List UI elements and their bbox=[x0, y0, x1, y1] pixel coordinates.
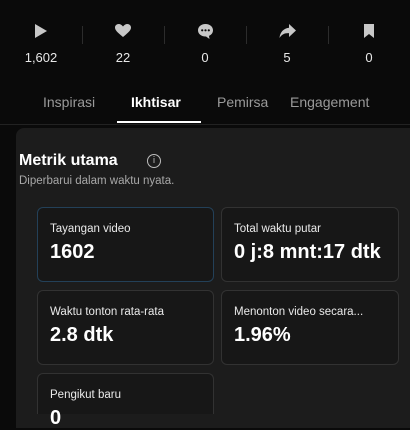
comments-count: 0 bbox=[201, 50, 209, 65]
metric-card-video-views[interactable]: Tayangan video 1602 bbox=[37, 207, 214, 282]
bookmark-icon bbox=[360, 22, 378, 40]
saves-count: 0 bbox=[365, 50, 373, 65]
metric-value: 1.96% bbox=[234, 324, 291, 346]
metric-label: Waktu tonton rata-rata bbox=[50, 306, 164, 318]
stats-row: 1,602 22 0 5 0 bbox=[0, 0, 410, 80]
metric-value: 0 bbox=[50, 407, 62, 429]
metric-label: Total waktu putar bbox=[234, 223, 321, 235]
metric-label: Tayangan video bbox=[50, 223, 131, 235]
stat-plays: 1,602 bbox=[0, 0, 82, 80]
metric-card-total-watch-time[interactable]: Total waktu putar 0 j:8 mnt:17 dtk bbox=[221, 207, 399, 282]
section-title: Metrik utama bbox=[19, 152, 118, 169]
metric-value: 0 j:8 mnt:17 dtk bbox=[234, 241, 381, 263]
tab-engagement[interactable]: Engagement bbox=[290, 94, 369, 110]
metric-value: 2.8 dtk bbox=[50, 324, 114, 346]
stat-shares: 5 bbox=[246, 0, 328, 80]
play-icon bbox=[32, 22, 50, 40]
stat-likes: 22 bbox=[82, 0, 164, 80]
metric-card-avg-watch-time[interactable]: Waktu tonton rata-rata 2.8 dtk bbox=[37, 290, 214, 365]
heart-icon bbox=[114, 22, 132, 40]
likes-count: 22 bbox=[115, 50, 131, 65]
metric-label: Pengikut baru bbox=[50, 389, 121, 401]
comment-icon bbox=[196, 22, 214, 40]
info-icon[interactable]: i bbox=[147, 154, 161, 168]
metric-card-full-video-watched[interactable]: Menonton video secara... 1.96% bbox=[221, 290, 399, 365]
tab-inspirasi[interactable]: Inspirasi bbox=[43, 94, 95, 110]
plays-count: 1,602 bbox=[24, 50, 58, 65]
tab-ikhtisar[interactable]: Ikhtisar bbox=[131, 94, 181, 110]
metric-value: 1602 bbox=[50, 241, 95, 263]
shares-count: 5 bbox=[283, 50, 291, 65]
share-icon bbox=[278, 22, 296, 40]
stat-comments: 0 bbox=[164, 0, 246, 80]
tab-pemirsa[interactable]: Pemirsa bbox=[217, 94, 268, 110]
tab-bar: Inspirasi Ikhtisar Pemirsa Engagement bbox=[0, 84, 410, 125]
active-tab-indicator bbox=[117, 121, 201, 123]
metric-card-new-followers[interactable]: Pengikut baru 0 bbox=[37, 373, 214, 429]
metric-label: Menonton video secara... bbox=[234, 306, 364, 318]
stat-saves: 0 bbox=[328, 0, 410, 80]
section-subtitle: Diperbarui dalam waktu nyata. bbox=[19, 175, 175, 187]
